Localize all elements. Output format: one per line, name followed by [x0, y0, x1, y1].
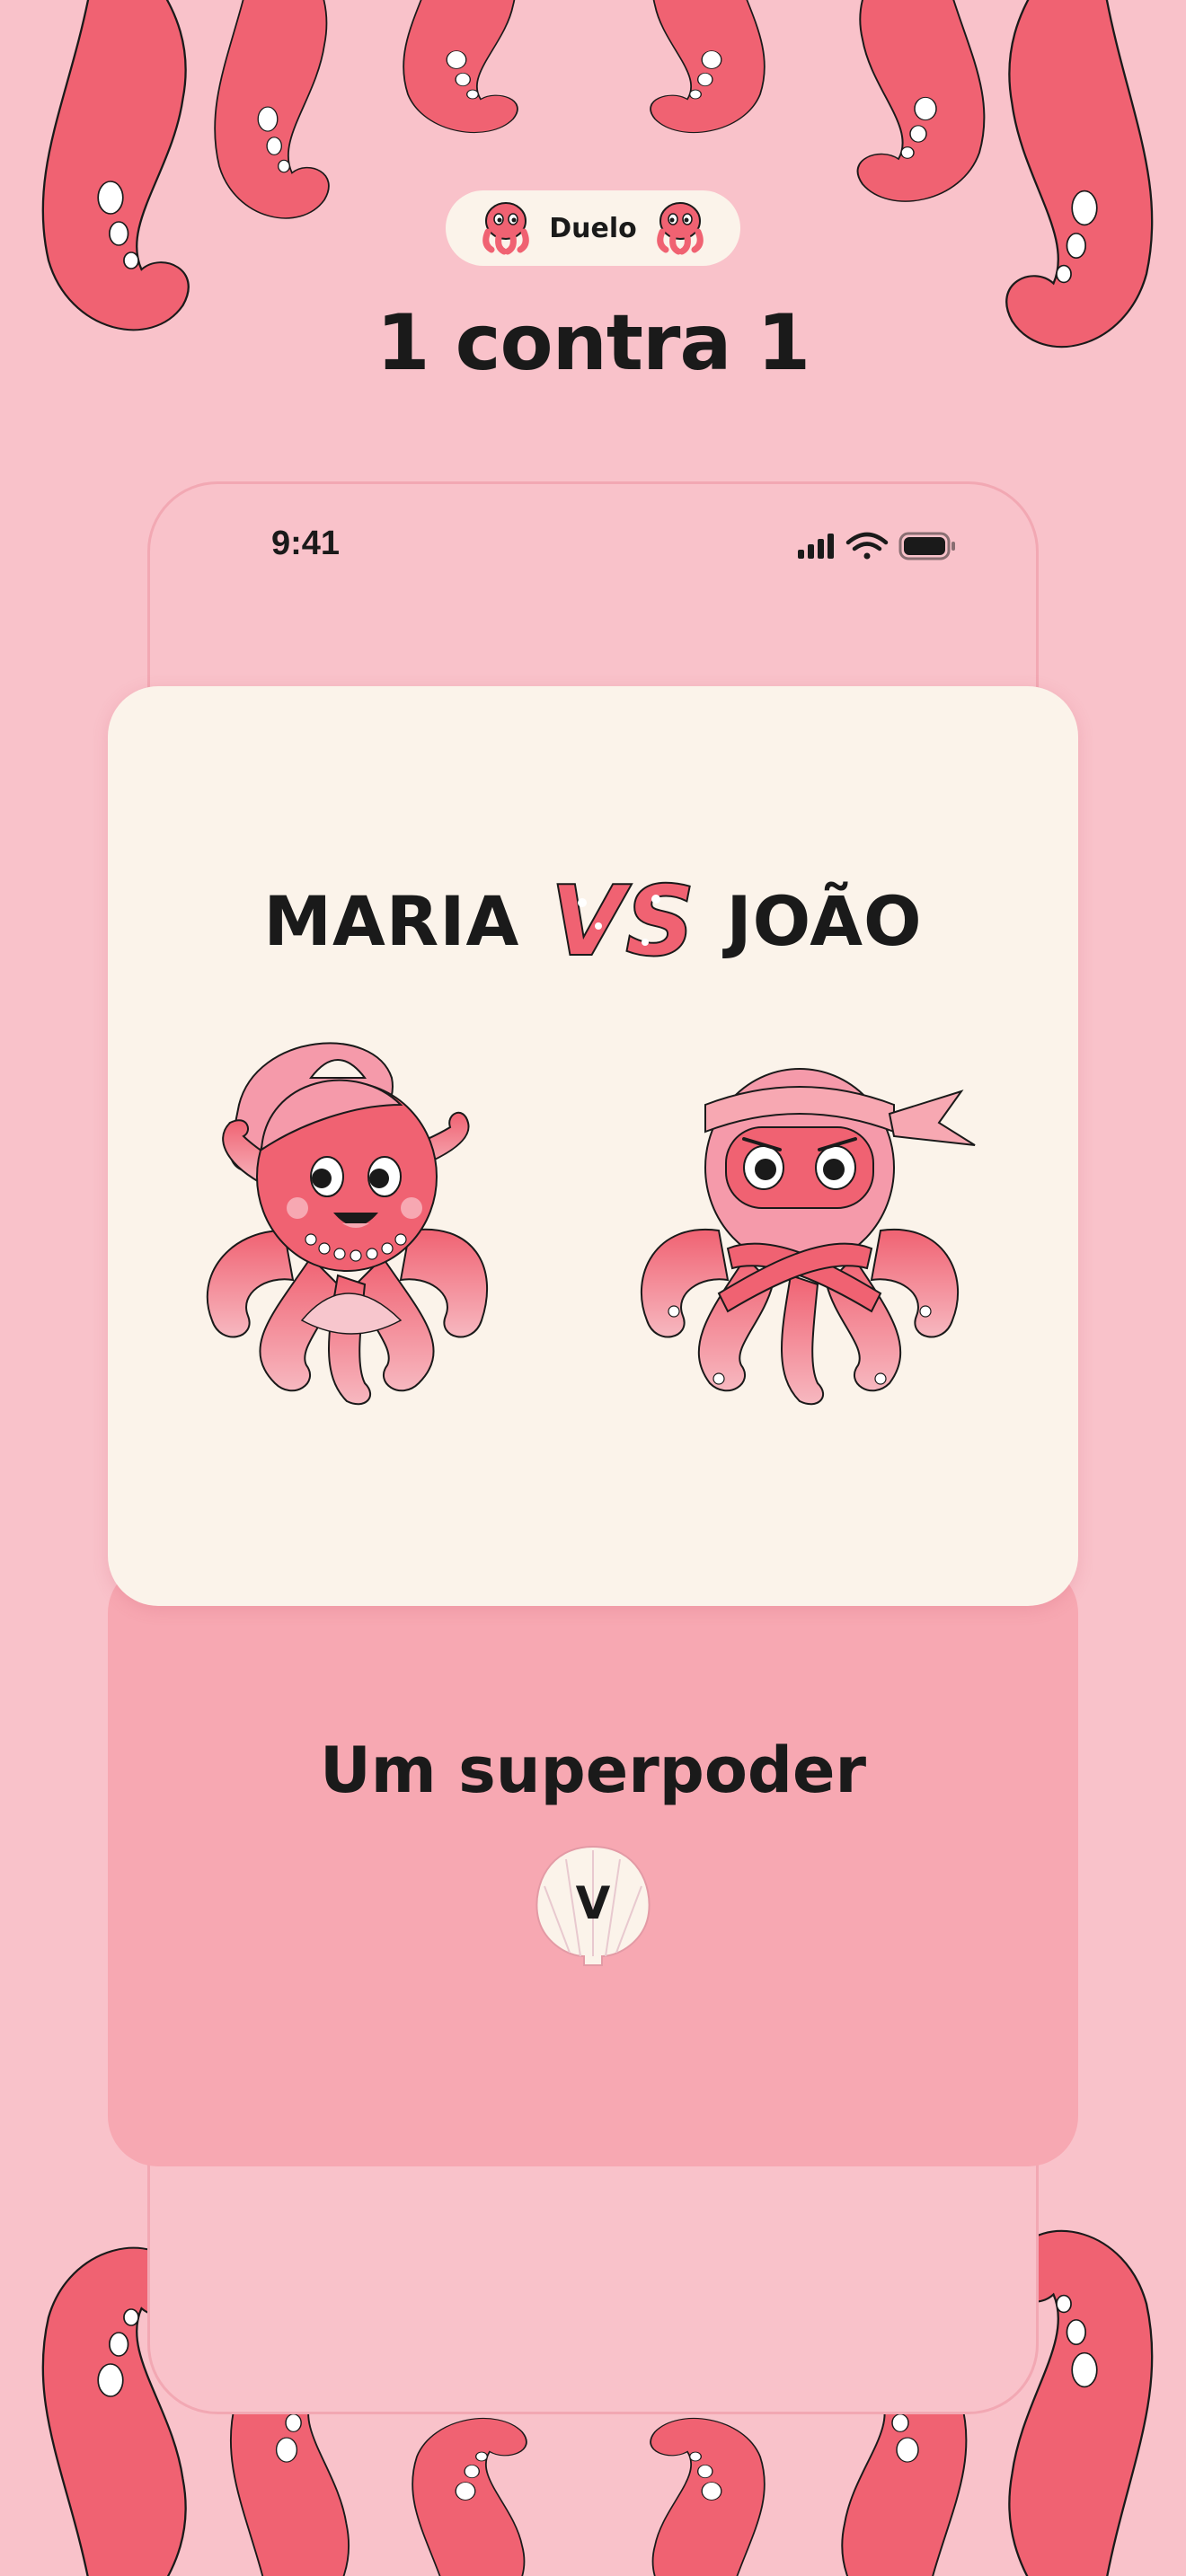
- battery-icon: [898, 532, 955, 560]
- duel-badge: Duelo: [446, 190, 740, 266]
- status-icons: [798, 532, 955, 560]
- versus-row: MARIA VS JOÃO: [108, 862, 1078, 979]
- octopus-icon: [657, 202, 704, 255]
- page-title: 1 contra 1: [376, 298, 810, 388]
- signal-icon: [798, 534, 834, 559]
- wifi-icon: [845, 532, 889, 560]
- joao-octopus-illustration: [640, 1068, 976, 1406]
- vs-logo: VS: [550, 867, 696, 975]
- octopus-icon: [482, 202, 529, 255]
- svg-text:VS: VS: [551, 867, 695, 975]
- player-left-name: MARIA: [263, 880, 520, 961]
- status-time: 9:41: [271, 525, 341, 562]
- shell-letter: V: [575, 1877, 611, 1929]
- maria-octopus-illustration: [206, 1042, 489, 1406]
- ability-title: Um superpoder: [319, 1734, 867, 1807]
- badge-label: Duelo: [549, 212, 637, 244]
- player-right-name: JOÃO: [726, 880, 923, 961]
